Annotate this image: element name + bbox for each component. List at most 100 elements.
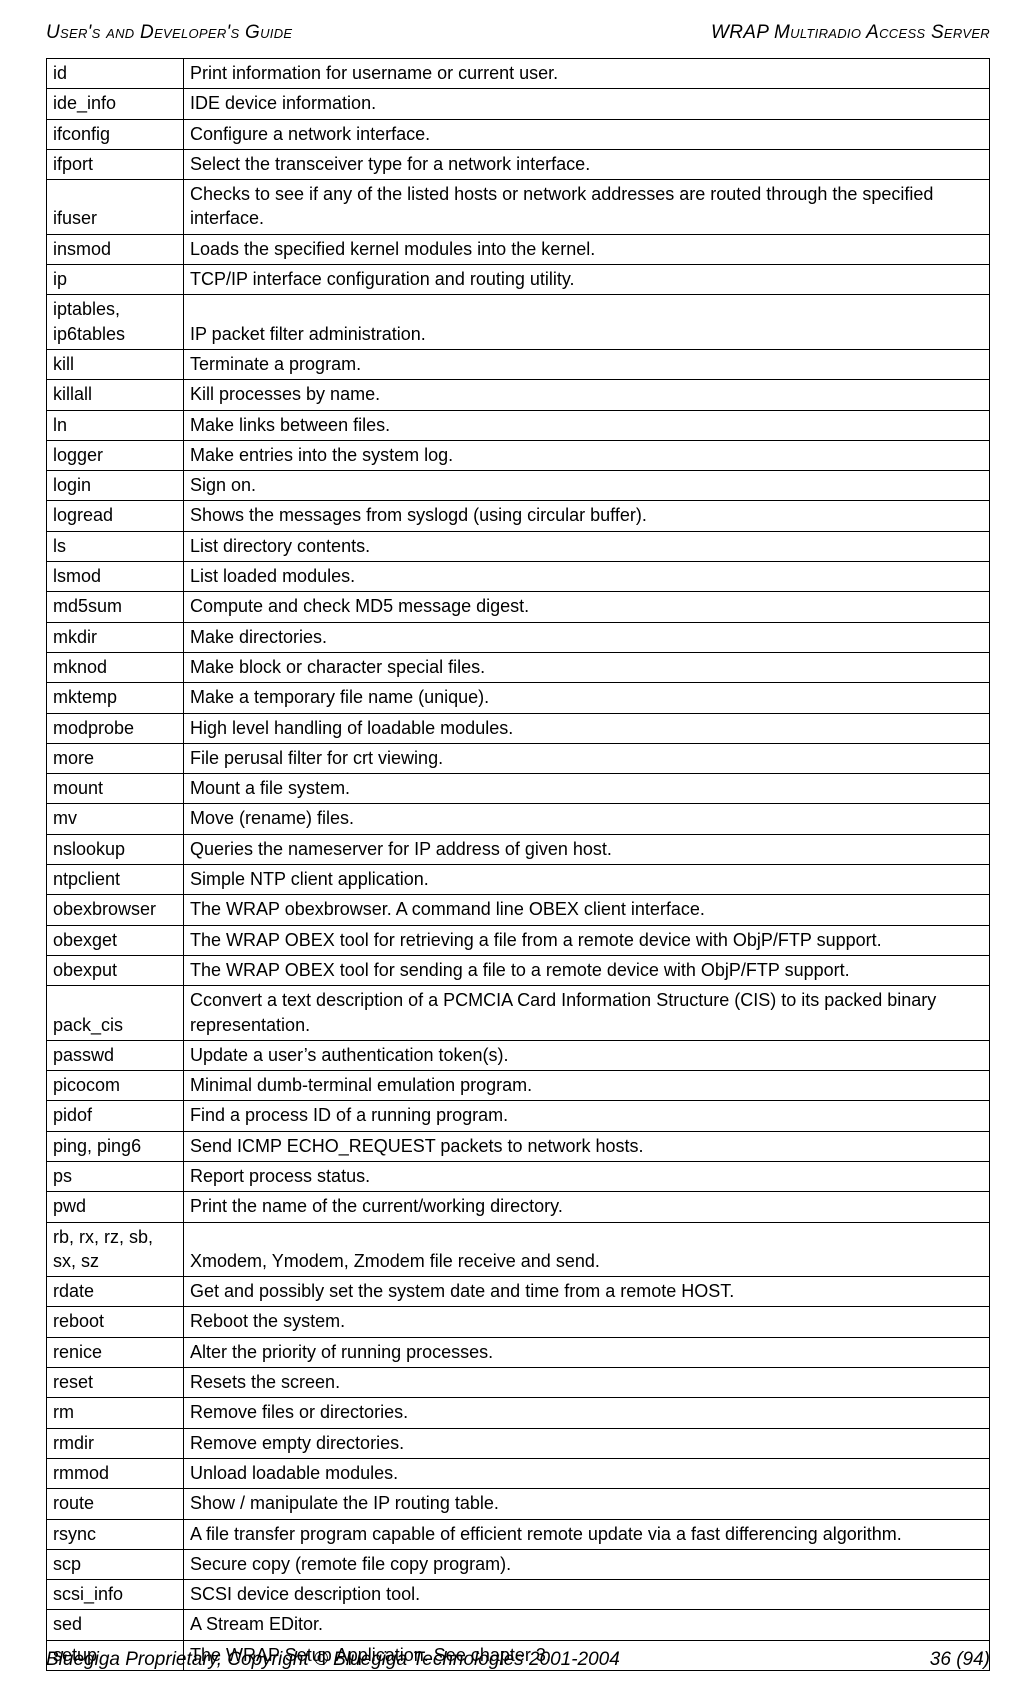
table-row: mvMove (rename) files.: [47, 804, 990, 834]
description-cell: The WRAP obexbrowser. A command line OBE…: [184, 895, 990, 925]
description-cell: Sign on.: [184, 471, 990, 501]
command-cell: mv: [47, 804, 184, 834]
command-cell: lsmod: [47, 562, 184, 592]
table-row: md5sumCompute and check MD5 message dige…: [47, 592, 990, 622]
command-cell: logread: [47, 501, 184, 531]
table-row: pwdPrint the name of the current/working…: [47, 1192, 990, 1222]
table-row: passwdUpdate a user’s authentication tok…: [47, 1040, 990, 1070]
description-cell: Show / manipulate the IP routing table.: [184, 1489, 990, 1519]
description-cell: Queries the nameserver for IP address of…: [184, 834, 990, 864]
description-cell: A Stream EDitor.: [184, 1610, 990, 1640]
table-row: killallKill processes by name.: [47, 380, 990, 410]
description-cell: Find a process ID of a running program.: [184, 1101, 990, 1131]
description-cell: List directory contents.: [184, 531, 990, 561]
table-row: lsmodList loaded modules.: [47, 562, 990, 592]
description-cell: Xmodem, Ymodem, Zmodem file receive and …: [184, 1222, 990, 1277]
command-cell: ip: [47, 265, 184, 295]
table-row: ipTCP/IP interface configuration and rou…: [47, 265, 990, 295]
command-cell: ifconfig: [47, 119, 184, 149]
command-cell: scp: [47, 1549, 184, 1579]
table-row: iptables, ip6tablesIP packet filter admi…: [47, 295, 990, 350]
description-cell: IP packet filter administration.: [184, 295, 990, 350]
description-cell: Make entries into the system log.: [184, 440, 990, 470]
description-cell: Remove empty directories.: [184, 1428, 990, 1458]
table-row: idPrint information for username or curr…: [47, 59, 990, 89]
table-row: insmodLoads the specified kernel modules…: [47, 234, 990, 264]
command-cell: ps: [47, 1161, 184, 1191]
description-cell: The WRAP OBEX tool for retrieving a file…: [184, 925, 990, 955]
description-cell: Kill processes by name.: [184, 380, 990, 410]
description-cell: Move (rename) files.: [184, 804, 990, 834]
command-cell: login: [47, 471, 184, 501]
command-cell: mkdir: [47, 622, 184, 652]
command-cell: mount: [47, 774, 184, 804]
table-row: rebootReboot the system.: [47, 1307, 990, 1337]
description-cell: File perusal filter for crt viewing.: [184, 743, 990, 773]
command-cell: ntpclient: [47, 865, 184, 895]
description-cell: Compute and check MD5 message digest.: [184, 592, 990, 622]
command-cell: rb, rx, rz, sb, sx, sz: [47, 1222, 184, 1277]
command-cell: reset: [47, 1368, 184, 1398]
command-cell: more: [47, 743, 184, 773]
command-cell: obexput: [47, 955, 184, 985]
description-cell: Cconvert a text description of a PCMCIA …: [184, 986, 990, 1041]
table-row: scpSecure copy (remote file copy program…: [47, 1549, 990, 1579]
description-cell: Shows the messages from syslogd (using c…: [184, 501, 990, 531]
table-row: loggerMake entries into the system log.: [47, 440, 990, 470]
footer-left: Bluegiga Proprietary, Copyright © Bluegi…: [46, 1649, 620, 1671]
command-cell: reboot: [47, 1307, 184, 1337]
command-cell: rsync: [47, 1519, 184, 1549]
table-row: rb, rx, rz, sb, sx, szXmodem, Ymodem, Zm…: [47, 1222, 990, 1277]
command-cell: scsi_info: [47, 1580, 184, 1610]
table-row: obexgetThe WRAP OBEX tool for retrieving…: [47, 925, 990, 955]
table-row: obexbrowserThe WRAP obexbrowser. A comma…: [47, 895, 990, 925]
description-cell: Unload loadable modules.: [184, 1458, 990, 1488]
command-cell: obexget: [47, 925, 184, 955]
description-cell: Get and possibly set the system date and…: [184, 1277, 990, 1307]
description-cell: Report process status.: [184, 1161, 990, 1191]
table-row: modprobeHigh level handling of loadable …: [47, 713, 990, 743]
description-cell: Make block or character special files.: [184, 652, 990, 682]
description-cell: Loads the specified kernel modules into …: [184, 234, 990, 264]
table-row: obexputThe WRAP OBEX tool for sending a …: [47, 955, 990, 985]
footer-right: 36 (94): [930, 1649, 990, 1671]
table-row: rsyncA file transfer program capable of …: [47, 1519, 990, 1549]
description-cell: Minimal dumb-terminal emulation program.: [184, 1071, 990, 1101]
description-cell: Alter the priority of running processes.: [184, 1337, 990, 1367]
table-row: rmdirRemove empty directories.: [47, 1428, 990, 1458]
table-row: mkdirMake directories.: [47, 622, 990, 652]
table-row: mknodMake block or character special fil…: [47, 652, 990, 682]
command-cell: ide_info: [47, 89, 184, 119]
table-row: logreadShows the messages from syslogd (…: [47, 501, 990, 531]
table-row: ifconfigConfigure a network interface.: [47, 119, 990, 149]
description-cell: Mount a file system.: [184, 774, 990, 804]
command-cell: picocom: [47, 1071, 184, 1101]
description-cell: Resets the screen.: [184, 1368, 990, 1398]
description-cell: Make links between files.: [184, 410, 990, 440]
command-cell: pidof: [47, 1101, 184, 1131]
description-cell: Configure a network interface.: [184, 119, 990, 149]
command-cell: mknod: [47, 652, 184, 682]
command-cell: md5sum: [47, 592, 184, 622]
description-cell: Make directories.: [184, 622, 990, 652]
command-cell: obexbrowser: [47, 895, 184, 925]
table-row: killTerminate a program.: [47, 349, 990, 379]
command-cell: ping, ping6: [47, 1131, 184, 1161]
header-left: User's and Developer's Guide: [46, 22, 292, 44]
command-cell: pwd: [47, 1192, 184, 1222]
table-row: rmRemove files or directories.: [47, 1398, 990, 1428]
command-cell: logger: [47, 440, 184, 470]
command-cell: kill: [47, 349, 184, 379]
header-right: WRAP Multiradio Access Server: [711, 22, 990, 44]
table-row: pidofFind a process ID of a running prog…: [47, 1101, 990, 1131]
command-cell: route: [47, 1489, 184, 1519]
page: User's and Developer's Guide WRAP Multir…: [0, 0, 1036, 1701]
description-cell: SCSI device description tool.: [184, 1580, 990, 1610]
table-row: routeShow / manipulate the IP routing ta…: [47, 1489, 990, 1519]
command-cell: rmdir: [47, 1428, 184, 1458]
command-cell: insmod: [47, 234, 184, 264]
description-cell: Send ICMP ECHO_REQUEST packets to networ…: [184, 1131, 990, 1161]
table-row: ntpclientSimple NTP client application.: [47, 865, 990, 895]
table-row: moreFile perusal filter for crt viewing.: [47, 743, 990, 773]
description-cell: TCP/IP interface configuration and routi…: [184, 265, 990, 295]
